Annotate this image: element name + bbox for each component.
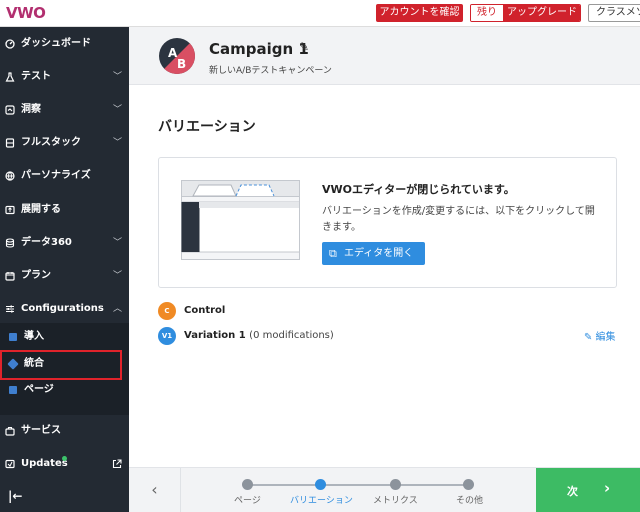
updates-icon: [5, 459, 15, 469]
sidebar-item-label: Updates: [21, 458, 68, 469]
chevron-down-icon: ﹀: [113, 238, 123, 248]
campaign-header: A B Campaign 1 ✎ 新しいA/Bテストキャンペーン: [129, 27, 640, 85]
stack-icon: [5, 138, 15, 148]
sidebar-item-label: Configurations: [21, 303, 104, 314]
sidebar-item-label: テスト: [21, 71, 51, 82]
step-progress-line: [247, 484, 469, 486]
sidebar-item-fullstack[interactable]: フルスタック ﹀: [0, 131, 129, 155]
editor-illustration-icon: [181, 180, 300, 260]
sidebar-item-test[interactable]: テスト ﹀: [0, 65, 129, 89]
campaign-avatar: A B: [159, 38, 195, 74]
upgrade-button[interactable]: アップグレード: [503, 5, 580, 21]
sidebar: ダッシュボード テスト ﹀ 洞察 ﹀ フルスタック ﹀ パーソナライズ 展開する…: [0, 27, 129, 512]
step-dot-metrics[interactable]: [390, 479, 401, 490]
submenu-item-label: 導入: [24, 331, 44, 342]
editor-closed-description: バリエーションを作成/変更するには、以下をクリックして開きます。: [322, 206, 595, 233]
step-dot-other[interactable]: [463, 479, 474, 490]
variation-badge: V1: [158, 327, 176, 345]
submenu-item-pages[interactable]: ページ: [0, 379, 129, 401]
edit-title-pencil-icon[interactable]: ✎: [299, 40, 309, 54]
sidebar-item-deploy[interactable]: 展開する: [0, 198, 129, 222]
chevron-down-icon: ﹀: [113, 271, 123, 281]
sidebar-item-dashboard[interactable]: ダッシュボード: [0, 32, 129, 56]
next-button[interactable]: 次 ›: [536, 468, 640, 512]
sidebar-item-label: データ360: [21, 237, 72, 248]
vwo-logo[interactable]: VWO: [6, 4, 46, 22]
step-label-page[interactable]: ページ: [234, 493, 261, 506]
campaign-title: Campaign 1: [209, 40, 309, 58]
sidebar-item-configurations[interactable]: Configurations ︿: [0, 297, 129, 321]
step-label-metrics[interactable]: メトリクス: [373, 493, 418, 506]
step-dot-page[interactable]: [242, 479, 253, 490]
briefcase-icon: [5, 426, 15, 436]
submenu-item-label: ページ: [24, 384, 54, 395]
top-bar: VWO アカウントを確認 残り アップグレード クラスメソ: [0, 0, 640, 27]
control-badge: C: [158, 302, 176, 320]
chevron-up-icon: ︿: [113, 304, 123, 314]
open-editor-label: エディタを開く: [344, 248, 414, 259]
collapse-sidebar-button[interactable]: |←: [8, 489, 22, 503]
highlight-box: [0, 350, 122, 380]
svg-text:B: B: [177, 57, 186, 71]
deploy-icon: [5, 205, 15, 215]
step-label-variation[interactable]: バリエーション: [290, 493, 353, 506]
sidebar-item-insights[interactable]: 洞察 ﹀: [0, 98, 129, 122]
edit-variation-link[interactable]: ✎ 編集: [584, 328, 616, 343]
remaining-label: 残り: [471, 5, 503, 21]
chevron-down-icon: ﹀: [113, 72, 123, 82]
sidebar-item-label: サービス: [21, 425, 61, 436]
class-menu-button[interactable]: クラスメソ: [588, 4, 640, 22]
sidebar-item-label: フルスタック: [21, 137, 81, 148]
campaign-subtitle: 新しいA/Bテストキャンペーン: [209, 66, 332, 76]
editor-closed-card: VWOエディターが閉じられています。 バリエーションを作成/変更するには、以下を…: [158, 157, 617, 288]
page-icon: [9, 386, 17, 394]
external-link-icon: [112, 459, 122, 469]
back-button[interactable]: ‹: [129, 468, 181, 512]
upgrade-group[interactable]: 残り アップグレード: [470, 4, 581, 22]
variation-modifications: (0 modifications): [249, 330, 334, 341]
open-editor-button[interactable]: ⧉ エディタを開く: [322, 242, 425, 265]
external-open-icon: ⧉: [329, 247, 337, 260]
sidebar-item-personalize[interactable]: パーソナライズ: [0, 164, 129, 188]
globe-icon: [5, 171, 15, 181]
confirm-account-button[interactable]: アカウントを確認: [376, 4, 463, 22]
sidebar-item-label: ダッシュボード: [21, 38, 91, 49]
submenu-item-install[interactable]: 導入: [0, 326, 129, 348]
chevron-down-icon: ﹀: [113, 138, 123, 148]
sidebar-item-label: 展開する: [21, 204, 61, 215]
flask-icon: [5, 72, 15, 82]
sidebar-item-data360[interactable]: データ360 ﹀: [0, 231, 129, 255]
step-dot-variation[interactable]: [315, 479, 326, 490]
ab-avatar-icon: A B: [159, 38, 195, 74]
sidebar-item-updates[interactable]: Updates: [0, 452, 129, 476]
next-label: 次: [567, 485, 578, 498]
install-icon: [9, 333, 17, 341]
insights-icon: [5, 105, 15, 115]
variation-name: Control: [184, 305, 226, 316]
editor-closed-heading: VWOエディターが閉じられています。: [322, 183, 515, 196]
chevron-down-icon: ﹀: [113, 105, 123, 115]
step-label-other[interactable]: その他: [456, 493, 483, 506]
database-icon: [5, 238, 15, 248]
gauge-icon: [5, 39, 15, 49]
variation-name: Variation 1: [184, 330, 246, 341]
sidebar-item-label: プラン: [21, 270, 51, 281]
section-title: バリエーション: [158, 119, 256, 135]
variation-name-group: Variation 1 (0 modifications): [184, 327, 334, 345]
new-indicator-dot: [62, 456, 67, 461]
sliders-icon: [6, 305, 14, 313]
wizard-footer: ‹ ページ バリエーション メトリクス その他 次 ›: [129, 467, 640, 512]
calendar-icon: [5, 272, 15, 281]
sidebar-item-services[interactable]: サービス: [0, 419, 129, 443]
sidebar-item-label: パーソナライズ: [21, 170, 91, 181]
chevron-right-icon: ›: [604, 479, 611, 497]
sidebar-item-plan[interactable]: プラン ﹀: [0, 264, 129, 288]
sidebar-item-label: 洞察: [21, 104, 41, 115]
